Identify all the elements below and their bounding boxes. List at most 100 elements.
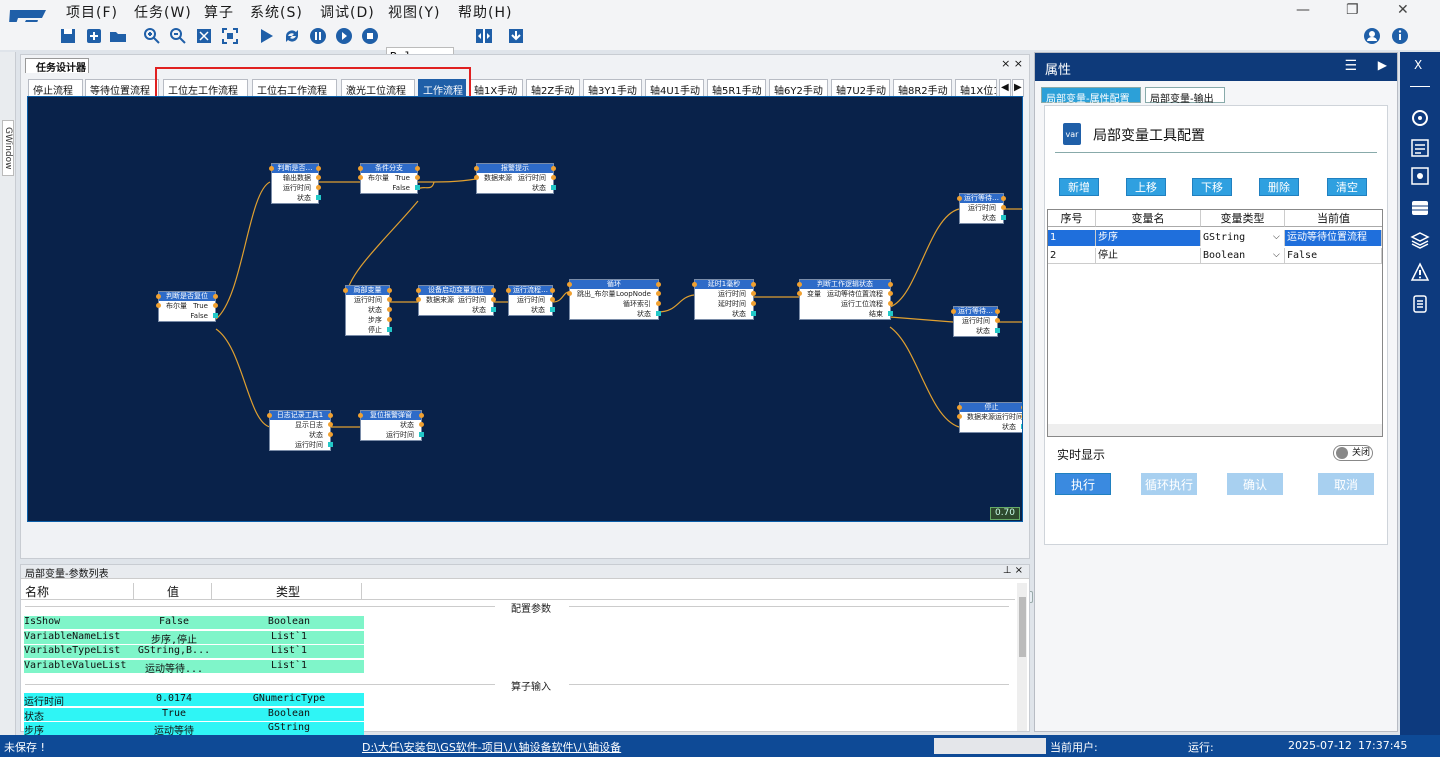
flow-canvas[interactable]: 判断是否复位 布尔量 True False 判断是否… 输出数据 运行时间 状态 条件分支 布尔量… (27, 96, 1023, 522)
output-pin[interactable] (1021, 424, 1022, 429)
output-pin[interactable] (387, 307, 392, 312)
input-pin[interactable] (358, 175, 363, 180)
menu-project[interactable]: 项目(F) (66, 2, 118, 22)
warning-icon[interactable] (1410, 262, 1430, 282)
step-icon[interactable] (334, 26, 354, 46)
table-hscroll[interactable] (1048, 424, 1382, 436)
param-row[interactable]: VariableTypeList GString,B... List`1 (24, 645, 364, 658)
var-row-1[interactable]: 1 步序 GString 运动等待位置流程 (1048, 230, 1382, 246)
output-pin[interactable] (550, 307, 555, 312)
flow-node[interactable]: 判断工作逻辑状态 变量 运动等待位置流程 运行工位流程 结束 (797, 279, 893, 320)
list-icon[interactable] (1410, 294, 1430, 314)
exec-output-pin[interactable] (656, 282, 661, 287)
exec-output-pin[interactable] (751, 282, 756, 287)
exec-input-pin[interactable] (474, 166, 479, 171)
exec-output-pin[interactable] (415, 166, 420, 171)
add-button[interactable]: 新增 (1059, 178, 1099, 196)
exec-input-pin[interactable] (951, 309, 956, 314)
var-name[interactable]: 停止 (1096, 248, 1201, 264)
exec-output-pin[interactable] (387, 288, 392, 293)
flow-node[interactable]: 设备启动变量复位 数据来源 运行时间 状态 (416, 285, 496, 316)
stop-icon[interactable] (360, 26, 380, 46)
output-pin[interactable] (316, 195, 321, 200)
chevron-down-icon[interactable]: ⌵ (1273, 250, 1280, 260)
var-value[interactable]: 运动等待位置流程 (1285, 230, 1382, 246)
pause-icon[interactable] (308, 26, 328, 46)
exec-input-pin[interactable] (957, 405, 962, 410)
params-scroll-thumb[interactable] (1019, 597, 1026, 657)
input-pin[interactable] (416, 297, 421, 302)
exec-input-pin[interactable] (506, 288, 511, 293)
tab-stop-flow[interactable]: 停止流程 (28, 79, 83, 97)
flow-node[interactable]: 运行等待… 运行时间 状态 (951, 306, 1000, 337)
tab-scroll-left-icon[interactable]: ◀ (999, 79, 1011, 97)
flow-node[interactable]: 报警提示 数据来源 运行时间 状态 (474, 163, 556, 194)
exec-input-pin[interactable] (267, 413, 272, 418)
exec-output-pin[interactable] (551, 166, 556, 171)
output-pin[interactable] (550, 297, 555, 302)
var-value[interactable]: False (1285, 248, 1382, 264)
output-pin[interactable] (213, 313, 218, 318)
flow-node[interactable]: 运行流程… 运行时间 状态 (506, 285, 555, 316)
info-icon[interactable] (1390, 26, 1410, 46)
download-icon[interactable] (506, 26, 526, 46)
output-pin[interactable] (491, 307, 496, 312)
param-row[interactable]: 步序 运动等待 GString (24, 722, 364, 735)
tab-axis6y2[interactable]: 轴6Y2手动 (769, 79, 828, 97)
param-row[interactable]: VariableValueList 运动等待... List`1 (24, 659, 364, 673)
settings-icon[interactable] (1410, 166, 1430, 186)
exec-output-pin[interactable] (328, 413, 333, 418)
output-pin[interactable] (888, 311, 893, 316)
output-pin[interactable] (387, 327, 392, 332)
output-pin[interactable] (387, 297, 392, 302)
output-pin[interactable] (751, 311, 756, 316)
param-row[interactable]: 状态 True Boolean (24, 707, 364, 721)
output-pin[interactable] (328, 432, 333, 437)
exec-input-pin[interactable] (567, 282, 572, 287)
param-row[interactable]: VariableNameList 步序,停止 List`1 (24, 630, 364, 644)
menu-view[interactable]: 视图(Y) (388, 2, 440, 22)
params-pin-close[interactable]: ⊥ × (1003, 565, 1023, 576)
exec-input-pin[interactable] (957, 196, 962, 201)
zoom-in-icon[interactable] (142, 26, 162, 46)
output-pin[interactable] (419, 432, 424, 437)
tab-attr-config[interactable]: 局部变量-属性配置 (1041, 87, 1141, 105)
table-icon[interactable] (1410, 198, 1430, 218)
collapse-icon[interactable]: ▶ (1378, 58, 1387, 72)
input-pin[interactable] (957, 414, 962, 419)
flow-node[interactable]: 延时1毫秒 运行时间 延时时间 状态 (692, 279, 756, 320)
output-pin[interactable] (656, 291, 661, 296)
menu-icon[interactable]: ☰ (1344, 58, 1357, 74)
fullscreen-icon[interactable] (220, 26, 240, 46)
zoom-out-icon[interactable] (168, 26, 188, 46)
task-designer-title[interactable]: 任务设计器 (25, 58, 89, 74)
loop-execute-button[interactable]: 循环执行 (1141, 473, 1197, 495)
output-pin[interactable] (656, 301, 661, 306)
split-icon[interactable] (474, 26, 494, 46)
exec-input-pin[interactable] (797, 282, 802, 287)
tab-axis5r1[interactable]: 轴5R1手动 (707, 79, 766, 97)
close-icon[interactable]: X (1414, 58, 1422, 72)
tab-axis1x[interactable]: 轴1X手动 (469, 79, 523, 97)
designer-close-icons[interactable]: × × (1001, 57, 1023, 70)
tab-wait-position-flow[interactable]: 等待位置流程 (85, 79, 159, 97)
menu-task[interactable]: 任务(W) (134, 2, 192, 22)
output-pin[interactable] (316, 185, 321, 190)
output-pin[interactable] (387, 317, 392, 322)
menu-debug[interactable]: 调试(D) (320, 2, 375, 22)
user-icon[interactable] (1362, 26, 1382, 46)
flow-node[interactable]: 判断是否复位 布尔量 True False (156, 291, 218, 322)
flow-node[interactable]: 运行等待… 运行时间 状态 (957, 193, 1006, 224)
output-pin[interactable] (1001, 215, 1006, 220)
exec-input-pin[interactable] (156, 294, 161, 299)
param-row[interactable]: IsShow False Boolean (24, 616, 364, 629)
output-pin[interactable] (419, 422, 424, 427)
tab-axis3y1[interactable]: 轴3Y1手动 (583, 79, 642, 97)
menu-system[interactable]: 系统(S) (250, 2, 303, 22)
realtime-toggle[interactable]: 关闭 (1333, 445, 1373, 461)
exec-output-pin[interactable] (419, 413, 424, 418)
output-pin[interactable] (888, 291, 893, 296)
tab-axis1x-pos[interactable]: 轴1X位1 (955, 79, 997, 97)
restore-icon[interactable]: ❐ (1346, 2, 1359, 18)
output-pin[interactable] (328, 442, 333, 447)
